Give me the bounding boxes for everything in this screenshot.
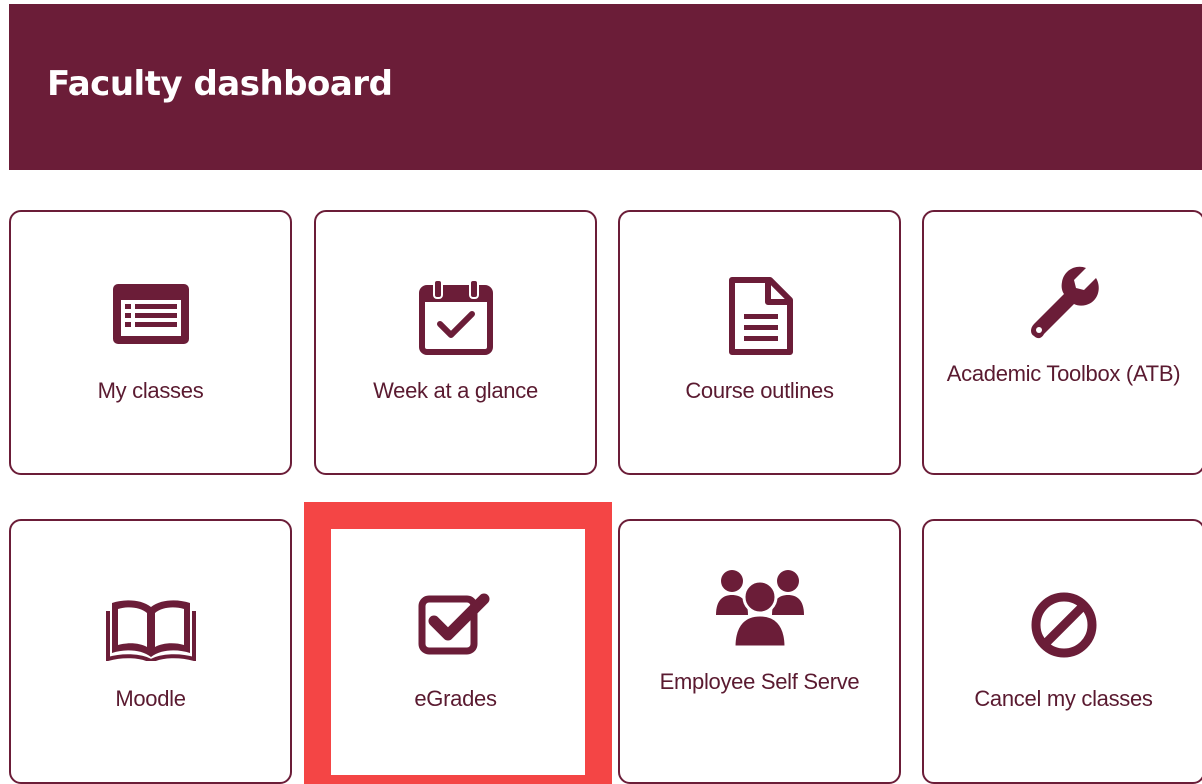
users-group-icon bbox=[715, 570, 804, 647]
wrench-icon bbox=[1030, 266, 1099, 339]
faculty-dashboard-page: Faculty dashboard My classes Week at a g… bbox=[0, 0, 1202, 784]
page-title: Faculty dashboard bbox=[47, 64, 393, 104]
tile-label: Academic Toolbox (ATB) bbox=[946, 361, 1181, 386]
dashboard-header: Faculty dashboard bbox=[9, 4, 1202, 170]
tile-label: eGrades bbox=[414, 686, 497, 711]
tile-my-classes[interactable]: My classes bbox=[9, 210, 292, 475]
list-icon bbox=[112, 284, 189, 344]
tile-cancel-my-classes[interactable]: Cancel my classes bbox=[922, 519, 1202, 784]
document-icon bbox=[728, 277, 793, 355]
tile-label: My classes bbox=[97, 378, 204, 403]
tile-employee-self-serve[interactable]: Employee Self Serve bbox=[618, 519, 901, 784]
tile-course-outlines[interactable]: Course outlines bbox=[618, 210, 901, 475]
tile-label: Moodle bbox=[115, 686, 186, 711]
tile-moodle[interactable]: Moodle bbox=[9, 519, 292, 784]
tile-egrades[interactable]: eGrades bbox=[314, 519, 597, 784]
calendar-check-icon bbox=[418, 279, 493, 355]
open-book-icon bbox=[105, 600, 196, 661]
ban-icon bbox=[1031, 592, 1096, 658]
tile-week-at-a-glance[interactable]: Week at a glance bbox=[314, 210, 597, 475]
tile-label: Course outlines bbox=[685, 378, 834, 403]
tile-label: Cancel my classes bbox=[974, 686, 1153, 711]
tile-label: Week at a glance bbox=[373, 378, 538, 403]
tile-label: Employee Self Serve bbox=[659, 669, 860, 694]
checkbox-icon bbox=[418, 593, 489, 655]
tile-academic-toolbox[interactable]: Academic Toolbox (ATB) bbox=[922, 210, 1202, 475]
